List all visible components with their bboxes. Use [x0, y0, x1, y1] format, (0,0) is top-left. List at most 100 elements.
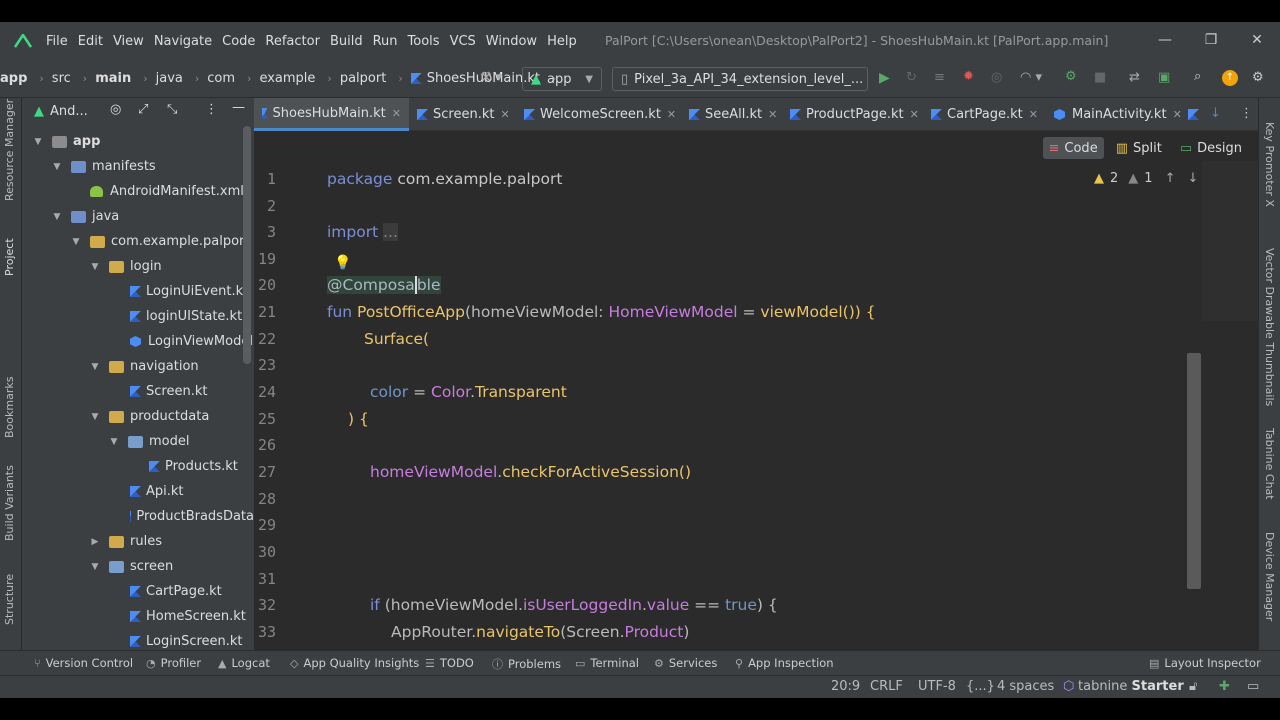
context-braces[interactable]: {...} — [966, 679, 995, 694]
close-tab-icon[interactable]: ✕ — [1029, 108, 1038, 121]
tab-productpage[interactable]: ProductPage.kt ✕ — [782, 98, 927, 131]
split-view-button[interactable]: ▥ Split — [1110, 137, 1168, 159]
more-options-icon[interactable]: ⋮ — [205, 102, 218, 117]
tabnine-status[interactable]: tabnine Starter — [1078, 679, 1184, 694]
debug-icon[interactable]: ✹ — [963, 69, 974, 84]
menu-vcs[interactable]: VCS — [450, 34, 476, 49]
menu-run[interactable]: Run — [373, 34, 398, 49]
arrow-down-icon[interactable]: ↓ — [1210, 106, 1221, 121]
tab-shoeshubmain[interactable]: ShoesHubMain.kt ✕ — [254, 98, 409, 131]
breadcrumb-src[interactable]: src — [52, 71, 71, 86]
close-tab-icon[interactable]: ✕ — [392, 107, 401, 120]
project-panel-scrollbar[interactable] — [243, 126, 251, 364]
run-config-select[interactable]: ▲ app ▼ — [522, 67, 602, 91]
key-promoter-tab[interactable]: Key Promoter X — [1263, 122, 1276, 207]
more-tabs-icon[interactable]: ⋮ — [1240, 106, 1253, 121]
close-tab-icon[interactable]: ✕ — [768, 108, 777, 121]
tab-overflow[interactable] — [1180, 98, 1212, 131]
tab-cartpage[interactable]: CartPage.kt ✕ — [923, 98, 1046, 131]
tree-item-screen-kt[interactable]: Screen.kt — [22, 379, 254, 404]
sync-gradle-icon[interactable]: ⚙ — [1065, 69, 1077, 84]
close-window-button[interactable]: ✕ — [1249, 32, 1265, 48]
tree-item-model[interactable]: ▼ model — [22, 429, 254, 454]
lightbulb-icon[interactable]: 💡 — [334, 255, 351, 271]
indent-setting[interactable]: 4 spaces — [997, 679, 1054, 694]
build-hammer-icon[interactable]: ⚒ ▾ — [480, 70, 502, 85]
code-minimap[interactable] — [1202, 161, 1258, 321]
tab-welcomescreen[interactable]: WelcomeScreen.kt ✕ — [516, 98, 684, 131]
logcat-tab[interactable]: ▲ Logcat — [218, 656, 270, 670]
version-control-tab[interactable]: ⑂ Version Control — [34, 656, 133, 670]
tree-item-cartpage[interactable]: CartPage.kt — [22, 579, 254, 604]
tree-item-loginuistate[interactable]: loginUIState.kt — [22, 304, 254, 329]
stop-icon[interactable]: ■ — [1094, 70, 1106, 85]
tree-item-navigation[interactable]: ▼ navigation — [22, 354, 254, 379]
device-select[interactable]: ▯ Pixel_3a_API_34_extension_level_... — [612, 67, 868, 91]
profile-icon[interactable]: ◠ ▾ — [1020, 70, 1042, 85]
tab-screen[interactable]: Screen.kt ✕ — [409, 98, 518, 131]
menu-window[interactable]: Window — [486, 34, 537, 49]
code-view-button[interactable]: ≡ Code — [1042, 137, 1104, 159]
todo-tab[interactable]: ☰ TODO — [425, 656, 474, 670]
menu-view[interactable]: View — [113, 34, 144, 49]
tree-item-api[interactable]: Api.kt — [22, 479, 254, 504]
apply-changes-icon[interactable]: ≡ — [934, 70, 945, 85]
breadcrumb-example[interactable]: example — [259, 71, 315, 86]
menu-build[interactable]: Build — [330, 34, 363, 49]
run-icon[interactable]: ▶ — [879, 70, 890, 86]
menu-edit[interactable]: Edit — [78, 34, 103, 49]
notifications-icon[interactable]: ▭ — [1247, 679, 1259, 694]
tree-item-package-root[interactable]: ▼ com.example.palport — [22, 229, 254, 254]
breadcrumb-palport[interactable]: palport — [340, 71, 386, 86]
editor-scrollbar[interactable] — [1187, 353, 1201, 589]
app-quality-insights-tab[interactable]: ◇ App Quality Insights — [290, 656, 419, 670]
design-view-button[interactable]: ▭ Design — [1174, 137, 1248, 159]
previous-highlight-icon[interactable]: ↑ — [1165, 171, 1176, 186]
structure-tab[interactable]: Structure — [3, 574, 16, 625]
terminal-tab[interactable]: ▭ Terminal — [575, 656, 639, 670]
problems-tab[interactable]: ⓘ Problems — [492, 656, 561, 672]
hide-panel-icon[interactable]: — — [232, 100, 245, 115]
line-separator[interactable]: CRLF — [870, 679, 903, 694]
services-tab[interactable]: ⚙ Services — [654, 656, 717, 670]
close-tab-icon[interactable]: ✕ — [667, 108, 676, 121]
breadcrumb-app[interactable]: app — [0, 71, 27, 86]
tree-item-productbradsdata[interactable]: ProductBradsData — [22, 504, 254, 529]
bookmarks-tab[interactable]: Bookmarks — [3, 377, 16, 438]
restore-button[interactable]: ❐ — [1203, 32, 1219, 48]
tab-seeall[interactable]: SeeAll.kt ✕ — [681, 98, 785, 131]
tree-item-androidmanifest[interactable]: AndroidManifest.xml — [22, 179, 254, 204]
tree-item-screen[interactable]: ▼ screen — [22, 554, 254, 579]
tree-item-login[interactable]: ▼ login — [22, 254, 254, 279]
close-tab-icon[interactable]: ✕ — [910, 108, 919, 121]
expand-all-icon[interactable]: ⤢ — [138, 102, 148, 117]
locate-icon[interactable]: ◎ — [110, 102, 121, 117]
device-mirror-icon[interactable]: ⇄ — [1129, 70, 1140, 85]
code-editor[interactable]: ≡ Code ▥ Split ▭ Design ▲ 2 ▲ 1 ↑ ↓ 1 2 3 19 … — [254, 131, 1258, 650]
inspection-widget[interactable]: ▲ 2 ▲ 1 ↑ ↓ — [1094, 171, 1198, 186]
attach-debugger-icon[interactable]: ◎ — [991, 70, 1002, 85]
profiler-tab[interactable]: ◔ Profiler — [146, 656, 201, 670]
menu-help[interactable]: Help — [547, 34, 577, 49]
device-manager-tab[interactable]: Device Manager — [1263, 532, 1276, 621]
project-view-select[interactable]: And... — [50, 104, 88, 119]
search-icon[interactable]: ⌕ — [1194, 69, 1201, 84]
tree-item-loginscreen[interactable]: LoginScreen.kt — [22, 629, 254, 650]
tabnine-chat-tab[interactable]: Tabnine Chat — [1263, 428, 1276, 500]
app-inspection-tab[interactable]: ⚲ App Inspection — [735, 656, 834, 670]
tree-item-java[interactable]: ▼ java — [22, 204, 254, 229]
menu-navigate[interactable]: Navigate — [154, 34, 212, 49]
layout-inspector-tab[interactable]: ▤ Layout Inspector — [1149, 656, 1261, 670]
tree-item-homescreen[interactable]: HomeScreen.kt — [22, 604, 254, 629]
menu-refactor[interactable]: Refactor — [265, 34, 320, 49]
tree-item-loginviewmodel[interactable]: LoginViewModel — [22, 329, 254, 354]
menu-code[interactable]: Code — [222, 34, 255, 49]
minimize-button[interactable]: — — [1157, 32, 1173, 48]
tree-item-rules[interactable]: ▶ rules — [22, 529, 254, 554]
build-variants-tab[interactable]: Build Variants — [3, 465, 16, 541]
tree-item-manifests[interactable]: ▼ manifests — [22, 154, 254, 179]
lock-icon[interactable]: 🔓︎ — [1189, 679, 1197, 694]
project-tab[interactable]: Project — [3, 238, 16, 276]
tab-mainactivity[interactable]: MainActivity.kt ✕ — [1046, 98, 1190, 131]
menu-tools[interactable]: Tools — [408, 34, 440, 49]
